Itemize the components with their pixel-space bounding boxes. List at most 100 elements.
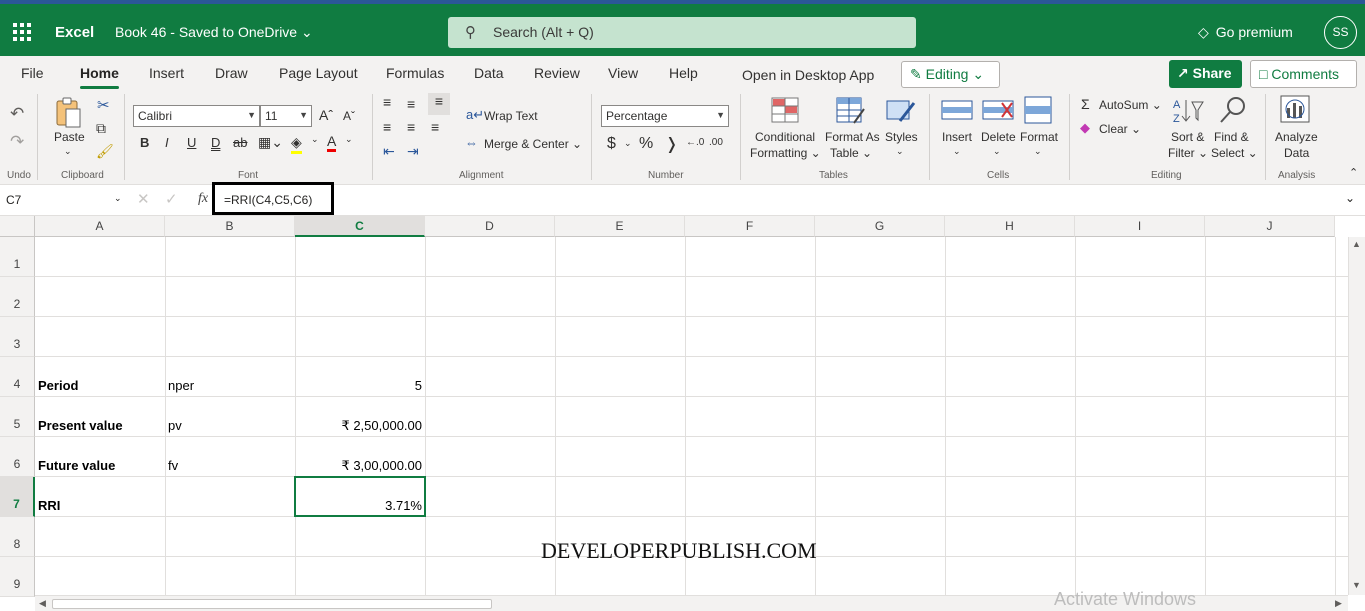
- tab-draw[interactable]: Draw: [215, 65, 248, 81]
- avatar[interactable]: SS: [1324, 16, 1357, 49]
- formatting-button[interactable]: Formatting ⌄: [750, 146, 821, 160]
- column-header-b[interactable]: B: [165, 216, 295, 237]
- select-button[interactable]: Select ⌄: [1211, 146, 1258, 160]
- scroll-right-icon[interactable]: ▶: [1335, 598, 1342, 609]
- app-launcher-icon[interactable]: [13, 23, 31, 41]
- fill-color-icon[interactable]: ◈: [291, 134, 302, 154]
- tab-home[interactable]: Home: [80, 65, 119, 89]
- double-underline-icon[interactable]: D: [211, 135, 220, 150]
- delete-button[interactable]: Delete: [981, 130, 1016, 144]
- conditional-button[interactable]: Conditional: [755, 130, 815, 144]
- column-header-f[interactable]: F: [685, 216, 815, 237]
- align-right-icon[interactable]: ≡: [431, 119, 439, 135]
- column-header-d[interactable]: D: [425, 216, 555, 237]
- search-box[interactable]: ⚲ Search (Alt + Q): [448, 17, 916, 48]
- autosum-button[interactable]: AutoSum ⌄: [1099, 98, 1162, 112]
- chevron-down-icon[interactable]: ⌄: [953, 146, 961, 157]
- cell-a7[interactable]: RRI: [35, 498, 165, 513]
- increase-indent-icon[interactable]: ⇥: [407, 143, 419, 160]
- increase-decimal-icon[interactable]: ←.0: [686, 137, 704, 148]
- align-center-icon[interactable]: ≡: [407, 119, 415, 135]
- font-name-select[interactable]: Calibri ▼: [133, 105, 260, 127]
- format-button[interactable]: Format: [1020, 130, 1058, 144]
- row-header-9[interactable]: 9: [0, 557, 35, 597]
- filter-button[interactable]: Filter ⌄: [1168, 146, 1208, 160]
- wrap-text-button[interactable]: Wrap Text: [484, 109, 538, 123]
- horizontal-scroll-thumb[interactable]: [52, 599, 492, 609]
- column-header-a[interactable]: A: [35, 216, 165, 237]
- cell-a6[interactable]: Future value: [35, 458, 165, 473]
- chevron-down-icon[interactable]: ⌄: [311, 134, 319, 145]
- cell-b5[interactable]: pv: [165, 418, 295, 433]
- expand-formula-icon[interactable]: ⌄: [1345, 191, 1355, 205]
- row-header-8[interactable]: 8: [0, 517, 35, 557]
- row-header-7[interactable]: 7: [0, 477, 35, 517]
- align-middle-icon[interactable]: ≡: [407, 96, 415, 112]
- cut-icon[interactable]: ✂: [97, 96, 110, 114]
- cell-a5[interactable]: Present value: [35, 418, 165, 433]
- format-painter-icon[interactable]: 🖌: [96, 143, 114, 160]
- insert-button[interactable]: Insert: [942, 130, 972, 144]
- row-header-4[interactable]: 4: [0, 357, 35, 397]
- app-name[interactable]: Excel: [55, 24, 94, 41]
- align-top-icon[interactable]: ≡: [383, 94, 391, 110]
- tab-page-layout[interactable]: Page Layout: [279, 65, 358, 81]
- align-left-icon[interactable]: ≡: [383, 119, 391, 135]
- select-all-corner[interactable]: [0, 216, 35, 237]
- cell-b4[interactable]: nper: [165, 378, 295, 393]
- find-button[interactable]: Find &: [1214, 130, 1249, 144]
- tab-help[interactable]: Help: [669, 65, 698, 81]
- strikethrough-icon[interactable]: ab: [233, 135, 247, 150]
- undo-icon[interactable]: ↶: [10, 104, 24, 124]
- chevron-down-icon[interactable]: ⌄: [345, 134, 353, 145]
- currency-icon[interactable]: $: [607, 135, 616, 153]
- font-size-select[interactable]: 11 ▼: [260, 105, 312, 127]
- increase-font-icon[interactable]: Aˆ: [319, 107, 333, 123]
- paste-icon[interactable]: [54, 97, 84, 129]
- scroll-up-icon[interactable]: ▲: [1352, 239, 1361, 249]
- enter-icon[interactable]: ✓: [165, 190, 178, 208]
- row-header-6[interactable]: 6: [0, 437, 35, 477]
- borders-icon[interactable]: ▦⌄: [258, 134, 283, 151]
- bold-icon[interactable]: B: [140, 135, 149, 150]
- sort-button[interactable]: Sort &: [1171, 130, 1204, 144]
- tab-insert[interactable]: Insert: [149, 65, 184, 81]
- merge-center-button[interactable]: Merge & Center ⌄: [484, 137, 582, 151]
- analyze-button[interactable]: Analyze: [1275, 130, 1318, 144]
- column-header-h[interactable]: H: [945, 216, 1075, 237]
- paste-dropdown-icon[interactable]: ⌄: [64, 146, 72, 157]
- tab-formulas[interactable]: Formulas: [386, 65, 444, 81]
- document-title[interactable]: Book 46 - Saved to OneDrive ⌄: [115, 24, 313, 41]
- font-color-icon[interactable]: A: [327, 133, 337, 152]
- tab-data[interactable]: Data: [474, 65, 504, 81]
- open-in-desktop-app[interactable]: Open in Desktop App: [742, 67, 874, 83]
- cell-c6[interactable]: ₹ 3,00,000.00: [295, 458, 425, 474]
- tab-view[interactable]: View: [608, 65, 638, 81]
- tab-file[interactable]: File: [21, 65, 44, 81]
- vertical-scrollbar[interactable]: ▲ ▼: [1348, 237, 1365, 595]
- active-cell-selection[interactable]: [294, 476, 426, 517]
- column-header-e[interactable]: E: [555, 216, 685, 237]
- cell-c5[interactable]: ₹ 2,50,000.00: [295, 418, 425, 434]
- row-header-1[interactable]: 1: [0, 237, 35, 277]
- table-button[interactable]: Table ⌄: [830, 146, 872, 160]
- column-header-i[interactable]: I: [1075, 216, 1205, 237]
- redo-icon[interactable]: ↷: [10, 132, 24, 152]
- decrease-indent-icon[interactable]: ⇤: [383, 143, 395, 160]
- scroll-left-icon[interactable]: ◀: [39, 598, 46, 609]
- row-header-5[interactable]: 5: [0, 397, 35, 437]
- chevron-down-icon[interactable]: ⌄: [624, 138, 632, 149]
- chevron-down-icon[interactable]: ⌄: [993, 146, 1001, 157]
- italic-icon[interactable]: I: [165, 135, 169, 150]
- percent-icon[interactable]: %: [639, 135, 653, 153]
- styles-button[interactable]: Styles: [885, 130, 918, 144]
- column-header-j[interactable]: J: [1205, 216, 1335, 237]
- cell-a4[interactable]: Period: [35, 378, 165, 393]
- row-header-3[interactable]: 3: [0, 317, 35, 357]
- decrease-font-icon[interactable]: Aˇ: [343, 109, 355, 123]
- comma-style-icon[interactable]: ❭: [665, 134, 678, 154]
- column-header-c[interactable]: C: [295, 216, 425, 237]
- name-box[interactable]: C7 ⌄: [2, 189, 126, 211]
- editing-mode-button[interactable]: ✎ Editing ⌄: [901, 61, 1000, 88]
- chevron-down-icon[interactable]: ⌄: [1034, 146, 1042, 157]
